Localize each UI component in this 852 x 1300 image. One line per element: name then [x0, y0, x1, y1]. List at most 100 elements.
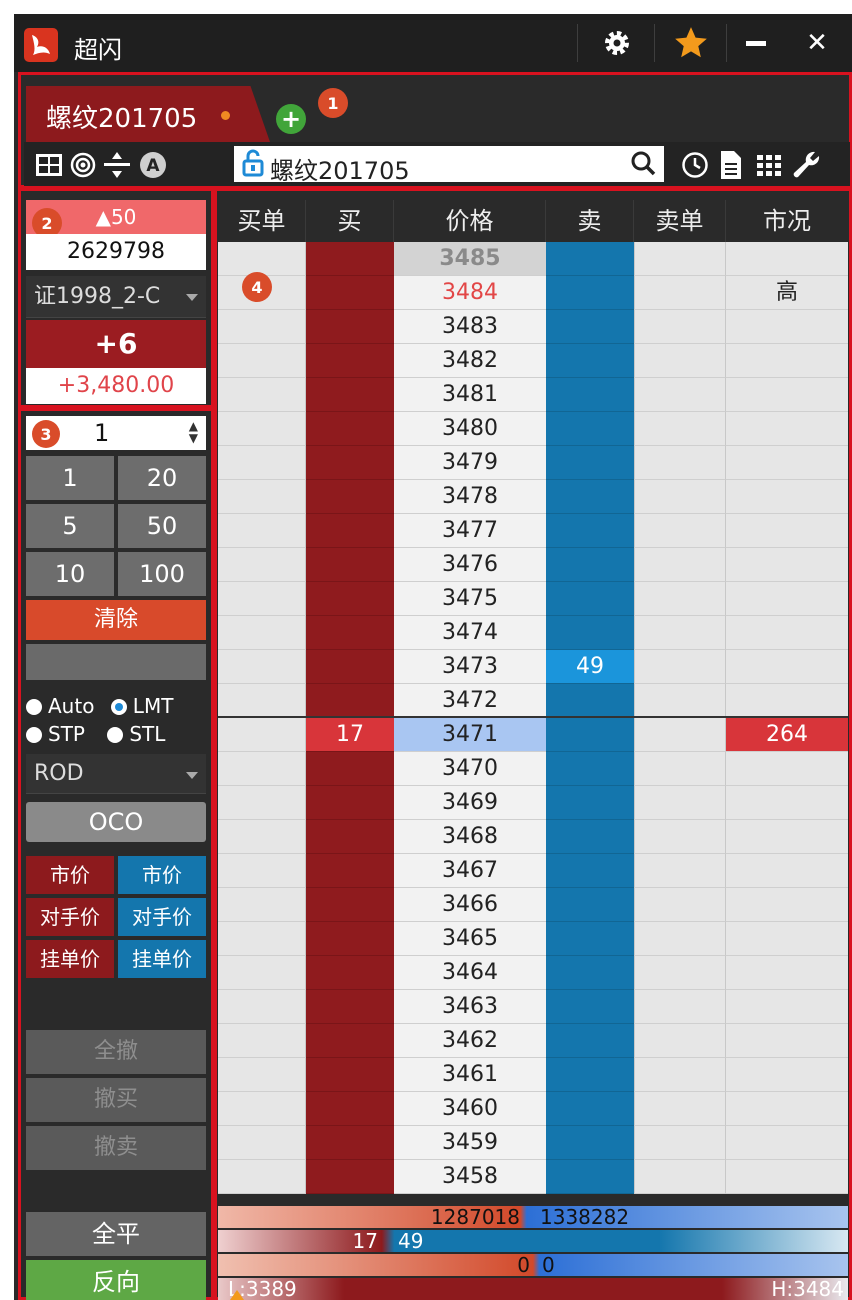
bid-order-cell[interactable]	[218, 344, 306, 378]
bid-order-cell[interactable]	[218, 650, 306, 684]
qty-preset-button[interactable]: 1	[26, 456, 114, 500]
buy-cell[interactable]	[306, 344, 394, 378]
ask-order-cell[interactable]	[634, 956, 726, 990]
sell-cell[interactable]	[546, 1024, 634, 1058]
bid-order-cell[interactable]	[218, 242, 306, 276]
buy-cell[interactable]	[306, 582, 394, 616]
qty-preset-button[interactable]: 50	[118, 504, 206, 548]
bid-order-cell[interactable]	[218, 1092, 306, 1126]
grid-layout-icon[interactable]	[34, 150, 64, 180]
buy-cell[interactable]	[306, 616, 394, 650]
sell-cell[interactable]	[546, 378, 634, 412]
sell-market-button[interactable]: 市价	[118, 856, 206, 894]
qty-preset-button[interactable]: 10	[26, 552, 114, 596]
buy-cell[interactable]	[306, 1024, 394, 1058]
flatten-button[interactable]: 全平	[26, 1212, 206, 1256]
sell-cell[interactable]	[546, 752, 634, 786]
ask-order-cell[interactable]	[634, 310, 726, 344]
ask-order-cell[interactable]	[634, 446, 726, 480]
ask-order-cell[interactable]	[634, 650, 726, 684]
sell-cell[interactable]: 49	[546, 650, 634, 684]
sell-cell[interactable]	[546, 310, 634, 344]
ask-order-cell[interactable]	[634, 242, 726, 276]
qty-preset-button[interactable]: 20	[118, 456, 206, 500]
ask-order-cell[interactable]	[634, 888, 726, 922]
sell-cell[interactable]	[546, 616, 634, 650]
buy-queue-button[interactable]: 挂单价	[26, 940, 114, 978]
stepper-arrows-icon[interactable]: ▲ ▼	[189, 420, 198, 444]
buy-opponent-button[interactable]: 对手价	[26, 898, 114, 936]
buy-cell[interactable]	[306, 1058, 394, 1092]
ask-order-cell[interactable]	[634, 922, 726, 956]
ask-order-cell[interactable]	[634, 582, 726, 616]
bid-order-cell[interactable]	[218, 956, 306, 990]
bid-order-cell[interactable]	[218, 310, 306, 344]
sell-cell[interactable]	[546, 276, 634, 310]
ask-order-cell[interactable]	[634, 820, 726, 854]
radio-stl[interactable]: STL	[107, 722, 165, 746]
ask-order-cell[interactable]	[634, 1092, 726, 1126]
clear-button[interactable]: 清除	[26, 600, 206, 640]
center-align-icon[interactable]	[102, 150, 132, 180]
sell-cell[interactable]	[546, 344, 634, 378]
buy-cell[interactable]	[306, 480, 394, 514]
radio-auto[interactable]: Auto	[26, 694, 94, 718]
ask-order-cell[interactable]	[634, 480, 726, 514]
unlock-icon[interactable]	[238, 148, 268, 178]
bid-order-cell[interactable]	[218, 480, 306, 514]
ask-order-cell[interactable]	[634, 1058, 726, 1092]
sell-cell[interactable]	[546, 990, 634, 1024]
sell-cell[interactable]	[546, 718, 634, 752]
bid-order-cell[interactable]	[218, 548, 306, 582]
buy-cell[interactable]	[306, 922, 394, 956]
sell-cell[interactable]	[546, 242, 634, 276]
bid-order-cell[interactable]	[218, 412, 306, 446]
sell-cell[interactable]	[546, 514, 634, 548]
sell-cell[interactable]	[546, 1058, 634, 1092]
buy-cell[interactable]	[306, 446, 394, 480]
blank-button[interactable]	[26, 644, 206, 680]
sell-cell[interactable]	[546, 888, 634, 922]
bid-order-cell[interactable]	[218, 990, 306, 1024]
sell-cell[interactable]	[546, 446, 634, 480]
buy-cell[interactable]	[306, 888, 394, 922]
ask-order-cell[interactable]	[634, 1024, 726, 1058]
wrench-icon[interactable]	[792, 150, 822, 180]
buy-cell[interactable]	[306, 514, 394, 548]
buy-cell[interactable]	[306, 956, 394, 990]
buy-cell[interactable]	[306, 990, 394, 1024]
add-tab-icon[interactable]: +	[276, 104, 306, 134]
buy-cell[interactable]	[306, 650, 394, 684]
buy-cell[interactable]	[306, 1160, 394, 1194]
sell-cell[interactable]	[546, 1160, 634, 1194]
ask-order-cell[interactable]	[634, 684, 726, 718]
clock-icon[interactable]	[680, 150, 710, 180]
sell-cell[interactable]	[546, 412, 634, 446]
bid-order-cell[interactable]	[218, 582, 306, 616]
cancel-buy-button[interactable]: 撤买	[26, 1078, 206, 1122]
sell-queue-button[interactable]: 挂单价	[118, 940, 206, 978]
target-icon[interactable]	[68, 150, 98, 180]
buy-cell[interactable]	[306, 276, 394, 310]
bid-order-cell[interactable]	[218, 1058, 306, 1092]
sell-cell[interactable]	[546, 1092, 634, 1126]
buy-cell[interactable]	[306, 1126, 394, 1160]
ask-order-cell[interactable]	[634, 412, 726, 446]
close-icon[interactable]: ✕	[786, 20, 848, 66]
ask-order-cell[interactable]	[634, 752, 726, 786]
reverse-button[interactable]: 反向	[26, 1260, 206, 1300]
ask-order-cell[interactable]	[634, 378, 726, 412]
buy-cell[interactable]	[306, 854, 394, 888]
keypad-icon[interactable]	[754, 150, 784, 180]
buy-cell[interactable]	[306, 242, 394, 276]
buy-cell[interactable]	[306, 412, 394, 446]
bid-order-cell[interactable]	[218, 514, 306, 548]
bid-order-cell[interactable]	[218, 922, 306, 956]
buy-cell[interactable]	[306, 786, 394, 820]
buy-cell[interactable]	[306, 310, 394, 344]
qty-preset-button[interactable]: 5	[26, 504, 114, 548]
buy-cell[interactable]	[306, 820, 394, 854]
ask-order-cell[interactable]	[634, 514, 726, 548]
radio-stp[interactable]: STP	[26, 722, 85, 746]
buy-cell[interactable]	[306, 752, 394, 786]
